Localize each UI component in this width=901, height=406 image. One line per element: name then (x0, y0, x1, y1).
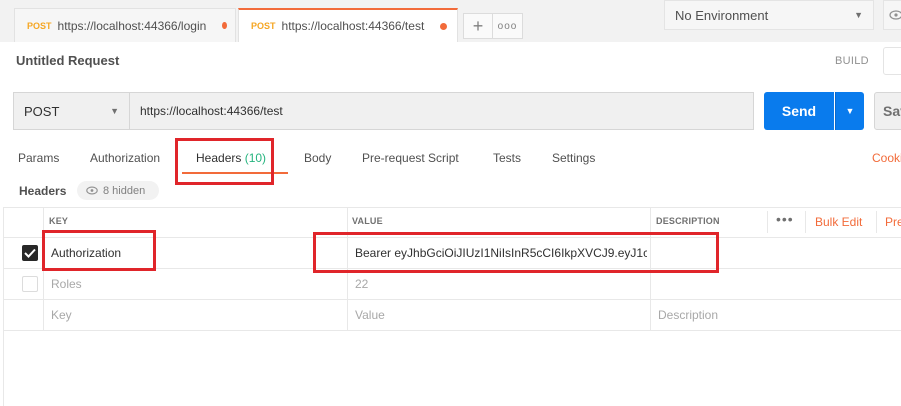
column-divider (347, 207, 348, 330)
tab-options-button[interactable]: ooo (493, 13, 523, 39)
column-header-value: VALUE (352, 216, 383, 226)
header-value-cell[interactable]: 22 (355, 277, 368, 291)
chevron-down-icon: ▼ (110, 106, 119, 116)
tab-method: POST (27, 20, 52, 31)
bulk-edit-link[interactable]: Bulk Edit (815, 215, 862, 229)
active-tab-indicator (182, 172, 288, 174)
plus-icon: + (472, 15, 484, 36)
table-top-border (3, 207, 901, 208)
edit-button[interactable] (883, 47, 901, 75)
headers-section-label: Headers (19, 184, 67, 198)
save-label: Sav (883, 103, 901, 119)
method-label: POST (24, 103, 60, 119)
tab-authorization[interactable]: Authorization (90, 151, 160, 165)
tab-settings[interactable]: Settings (552, 151, 595, 165)
more-icon: ooo (497, 20, 518, 32)
presets-link[interactable]: Pre (885, 215, 901, 229)
column-header-key: KEY (49, 216, 69, 226)
eye-icon (86, 186, 98, 195)
eye-icon (889, 10, 901, 20)
build-mode-label[interactable]: BUILD (835, 55, 869, 67)
header-key-cell[interactable]: Roles (51, 277, 82, 291)
column-divider (650, 207, 651, 330)
new-value-input[interactable]: Value (355, 308, 385, 322)
send-options-button[interactable]: ▼ (835, 92, 864, 130)
cookies-link[interactable]: Cooki (872, 151, 901, 165)
new-key-input[interactable]: Key (51, 308, 72, 322)
row-divider (3, 330, 901, 331)
hidden-headers-toggle[interactable]: 8 hidden (77, 181, 159, 200)
request-title[interactable]: Untitled Request (16, 53, 119, 68)
send-button[interactable]: Send (764, 92, 834, 130)
table-left-border (3, 207, 4, 406)
column-divider (767, 211, 768, 233)
header-key-cell[interactable]: Authorization (51, 246, 121, 260)
tab-headers-label: Headers (196, 151, 242, 165)
tab-url: https://localhost:44366/test (281, 19, 425, 33)
environment-label: No Environment (675, 7, 769, 23)
row-divider (3, 299, 901, 300)
save-button[interactable]: Sav (874, 92, 901, 130)
column-header-description: DESCRIPTION (656, 216, 720, 226)
row-divider (3, 268, 901, 269)
chevron-down-icon: ▼ (845, 106, 855, 116)
column-divider (876, 211, 877, 233)
tab-url: https://localhost:44366/login (57, 18, 207, 33)
header-value-cell[interactable]: Bearer eyJhbGciOiJIUzI1NiIsInR5cCI6IkpXV… (355, 246, 647, 260)
tab-body[interactable]: Body (304, 151, 331, 165)
tab-method: POST (251, 21, 276, 31)
headers-count-badge: (10) (244, 151, 267, 165)
table-header-border (3, 237, 901, 238)
unsaved-dot-icon (440, 22, 448, 30)
environment-quick-look-button[interactable] (883, 0, 901, 30)
chevron-down-icon: ▼ (854, 10, 863, 20)
tab-tests[interactable]: Tests (493, 151, 521, 165)
new-tab-button[interactable]: + (463, 13, 493, 39)
hidden-headers-label: 8 hidden (103, 184, 146, 197)
environment-select[interactable]: No Environment ▼ (664, 0, 874, 30)
method-select[interactable]: POST ▼ (13, 92, 129, 130)
tab-headers[interactable]: Headers (10) (196, 151, 266, 165)
tab-params[interactable]: Params (18, 151, 59, 165)
unsaved-dot-icon (222, 22, 227, 29)
url-input[interactable] (129, 92, 754, 130)
header-enabled-checkbox[interactable] (22, 245, 38, 261)
tab-test-request[interactable]: POST https://localhost:44366/test (238, 8, 458, 42)
more-options-icon[interactable]: ••• (776, 211, 794, 227)
column-divider (43, 207, 44, 330)
tab-prerequest-script[interactable]: Pre-request Script (362, 151, 459, 165)
checkmark-icon (24, 248, 36, 258)
column-divider (805, 211, 806, 233)
new-description-input[interactable]: Description (658, 308, 718, 322)
tab-login-request[interactable]: POST https://localhost:44366/login (14, 8, 236, 42)
header-enabled-checkbox[interactable] (22, 276, 38, 292)
